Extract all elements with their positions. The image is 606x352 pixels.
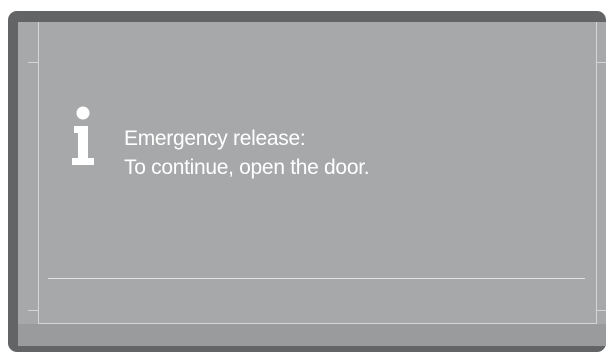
display-screen: Emergency release: To continue, open the…	[18, 22, 606, 346]
message-line-2: To continue, open the door.	[124, 156, 370, 179]
frame-tick-top-left	[28, 62, 38, 63]
display-bezel: Emergency release: To continue, open the…	[8, 11, 606, 352]
frame-line-left	[38, 22, 39, 323]
frame-tick-bottom-left	[28, 310, 38, 311]
separator-line	[48, 278, 585, 279]
footer-bar	[18, 324, 606, 346]
frame-line-right	[596, 22, 597, 323]
dialog-message: Emergency release: To continue, open the…	[124, 124, 370, 182]
info-icon	[72, 106, 94, 165]
frame-tick-bottom-right	[596, 310, 606, 311]
message-line-1: Emergency release:	[124, 127, 306, 150]
frame-tick-top-right	[596, 62, 606, 63]
